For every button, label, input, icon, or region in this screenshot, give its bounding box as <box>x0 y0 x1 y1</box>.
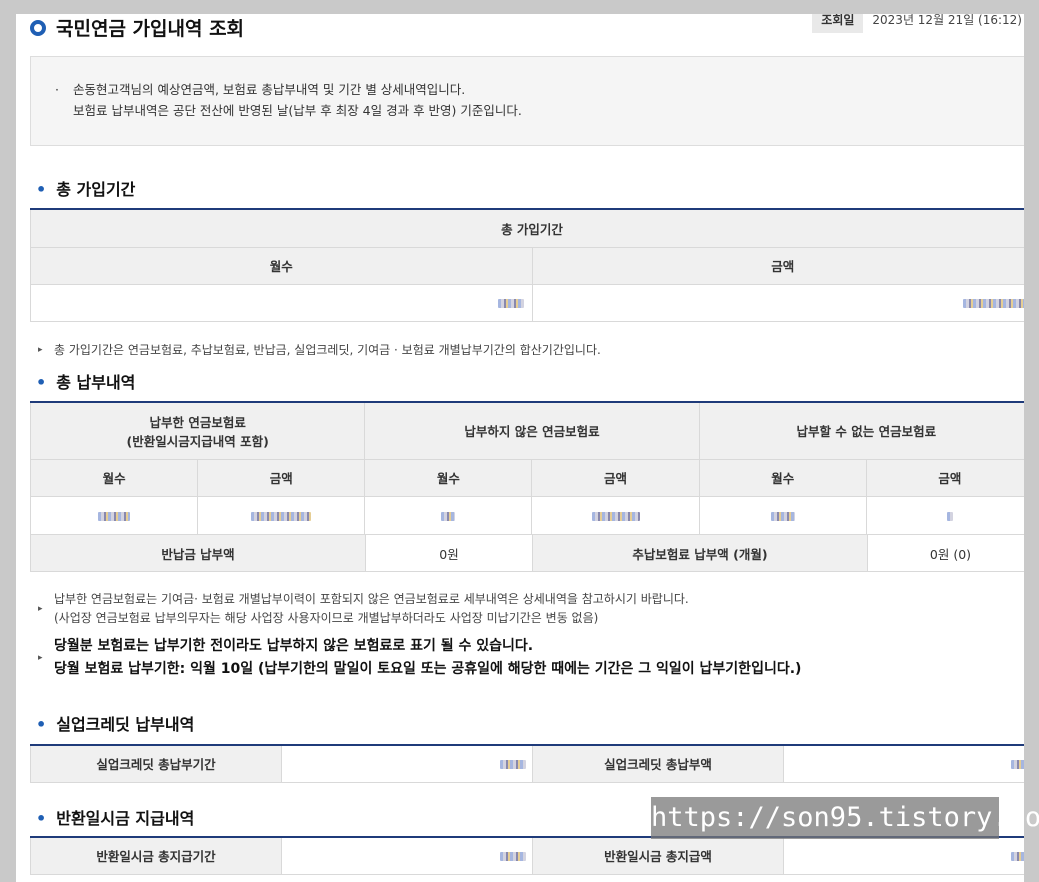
lump-sum-period-value <box>281 836 533 875</box>
notice-line-1: 손동현고객님의 예상연금액, 보험료 총납부내역 및 기간 별 상세내역입니다. <box>55 79 1009 100</box>
paid-months-value <box>29 495 199 535</box>
note-arrow-icon: ▸ <box>38 653 43 663</box>
note-arrow-icon: ▸ <box>38 604 43 614</box>
col-amount: 금액 <box>865 458 1024 497</box>
total-period-table-title: 총 가입기간 <box>30 208 1024 248</box>
lump-sum-table: 반환일시금 총지급기간 반환일시금 총지급액 <box>30 836 1024 875</box>
extra-payment-value: 0원 (0) <box>867 534 1024 572</box>
notice-line-2: 보험료 납부내역은 공단 전산에 반영된 날(납부 후 최장 4일 경과 후 반… <box>73 103 522 118</box>
unpaid-months-value <box>364 495 533 535</box>
col-months: 월수 <box>364 458 533 497</box>
redacted-value <box>946 511 953 521</box>
total-period-note: ▸ 총 가입기간은 연금보험료, 추납보험료, 반납금, 실업크레딧, 기여금 … <box>38 341 601 360</box>
page-title: 국민연금 가입내역 조회 <box>30 14 244 41</box>
paid-amount-value <box>197 495 366 535</box>
section-heading-total-period: 총 가입기간 <box>36 176 135 200</box>
unpayable-premium-header: 납부할 수 없는 연금보험료 <box>698 401 1024 460</box>
redacted-value <box>251 511 312 521</box>
total-amount-value <box>531 283 1024 322</box>
col-months: 월수 <box>698 458 867 497</box>
return-payment-label: 반납금 납부액 <box>30 534 366 572</box>
redacted-value <box>500 760 526 770</box>
page-title-text: 국민연금 가입내역 조회 <box>56 18 245 40</box>
redacted-value <box>441 511 456 521</box>
unemployment-table: 실업크레딧 총납부기간 실업크레딧 총납부액 <box>30 744 1024 783</box>
unpayable-months-value <box>698 495 867 535</box>
redacted-value <box>963 299 1024 308</box>
redacted-value <box>1011 760 1024 770</box>
return-payment-value: 0원 <box>365 534 533 572</box>
redacted-value <box>770 511 795 521</box>
extra-payment-label: 추납보험료 납부액 (개월) <box>532 534 868 572</box>
unemployment-period-label: 실업크레딧 총납부기간 <box>30 744 282 783</box>
title-circle-icon <box>30 19 46 36</box>
total-months-value <box>30 283 533 322</box>
unpayable-amount-value <box>865 495 1024 535</box>
note-arrow-icon: ▸ <box>38 345 43 355</box>
redacted-value <box>98 511 131 521</box>
unemployment-amount-label: 실업크레딧 총납부액 <box>532 744 784 783</box>
section-heading-unemployment: 실업크레딧 납부내역 <box>36 711 194 735</box>
section-heading-total-payment: 총 납부내역 <box>36 369 135 393</box>
col-months: 월수 <box>29 458 199 497</box>
redacted-value <box>500 852 526 862</box>
redacted-value <box>591 511 640 521</box>
total-payment-table: 납부한 연금보험료 (반환일시금지급내역 포함) 납부하지 않은 연금보험료 납… <box>29 401 1024 535</box>
query-date: 2023년 12월 21일 (16:12) <box>872 14 1022 27</box>
query-label: 조회일 <box>812 14 864 33</box>
due-date-notice: ▸ 당월분 보험료는 납부기한 전이라도 납부하지 않은 보험료로 표기 될 수… <box>38 638 802 677</box>
lump-sum-amount-value <box>783 836 1024 875</box>
redacted-value <box>497 299 524 308</box>
info-notice-box: 손동현고객님의 예상연금액, 보험료 총납부내역 및 기간 별 상세내역입니다.… <box>30 56 1024 146</box>
unpaid-amount-value <box>531 495 700 535</box>
unemployment-amount-value <box>783 744 1024 783</box>
total-payment-note: ▸ 납부한 연금보험료는 기여금· 보험료 개별납부이력이 포함되지 않은 연금… <box>38 592 689 625</box>
query-date-box: 조회일 2023년 12월 21일 (16:12) <box>812 14 1022 33</box>
lump-sum-period-label: 반환일시금 총지급기간 <box>30 836 282 875</box>
unemployment-period-value <box>281 744 533 783</box>
col-months: 월수 <box>30 246 533 285</box>
total-period-table: 총 가입기간 월수 금액 <box>30 208 1024 322</box>
additional-payment-table: 반납금 납부액 0원 추납보험료 납부액 (개월) 0원 (0) <box>30 534 1024 572</box>
page-container: 국민연금 가입내역 조회 조회일 2023년 12월 21일 (16:12) 손… <box>16 14 1024 882</box>
blog-watermark: https://son95.tistory.com/ <box>651 797 1039 839</box>
paid-premium-header: 납부한 연금보험료 (반환일시금지급내역 포함) <box>29 401 366 460</box>
col-amount: 금액 <box>197 458 366 497</box>
col-amount: 금액 <box>531 458 700 497</box>
lump-sum-amount-label: 반환일시금 총지급액 <box>532 836 784 875</box>
redacted-value <box>1011 852 1024 862</box>
col-amount: 금액 <box>531 246 1024 285</box>
section-heading-lump-sum: 반환일시금 지급내역 <box>36 805 194 829</box>
unpaid-premium-header: 납부하지 않은 연금보험료 <box>364 401 700 460</box>
